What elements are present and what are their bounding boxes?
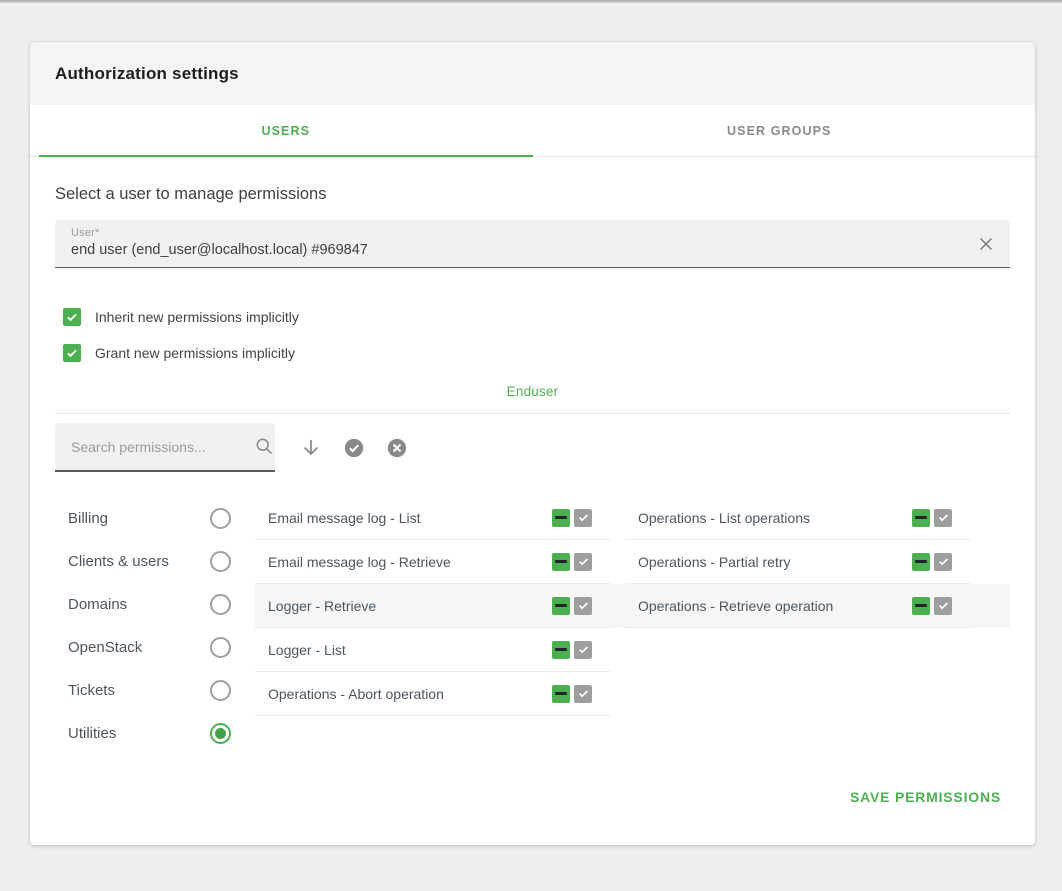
radio-domains[interactable] <box>210 594 231 615</box>
inherit-permissions-label: Inherit new permissions implicitly <box>95 309 299 325</box>
permission-row: Logger - List <box>255 628 1010 672</box>
category-label: Billing <box>68 510 108 527</box>
permission-cell: Logger - List <box>255 628 610 672</box>
permission-label: Email message log - List <box>268 510 421 526</box>
save-permissions-button[interactable]: SAVE PERMISSIONS <box>850 789 1001 805</box>
category-label: Tickets <box>68 682 115 699</box>
inherit-toggle-icon[interactable] <box>552 685 570 703</box>
granted-toggle-icon[interactable] <box>574 597 592 615</box>
category-label: OpenStack <box>68 639 142 656</box>
check-circle-icon[interactable] <box>342 436 366 460</box>
permission-cell: Operations - Partial retry <box>625 540 970 584</box>
dialog-title: Authorization settings <box>55 64 239 84</box>
permission-label: Operations - List operations <box>638 510 810 526</box>
inherit-permissions-checkbox[interactable] <box>63 308 81 326</box>
category-label: Clients & users <box>68 553 169 570</box>
user-field-label: User* <box>71 227 964 239</box>
inherit-toggle-icon[interactable] <box>912 509 930 527</box>
role-label: Enduser <box>55 384 1010 399</box>
permissions-main: Billing Clients & users Domains OpenStac… <box>55 496 1010 755</box>
permission-label: Operations - Abort operation <box>268 686 444 702</box>
radio-openstack[interactable] <box>210 637 231 658</box>
category-list: Billing Clients & users Domains OpenStac… <box>55 496 235 755</box>
inherit-toggle-icon[interactable] <box>552 509 570 527</box>
window-top-edge <box>0 0 1062 3</box>
permission-cell: Operations - List operations <box>625 496 970 540</box>
authorization-settings-dialog: Authorization settings USERS USER GROUPS… <box>30 42 1035 845</box>
granted-toggle-icon[interactable] <box>574 685 592 703</box>
granted-toggle-icon[interactable] <box>574 553 592 571</box>
check-icon <box>65 346 79 360</box>
search-icon <box>252 435 276 459</box>
permission-label: Logger - List <box>268 642 346 658</box>
inherit-toggle-icon[interactable] <box>552 641 570 659</box>
category-item-tickets[interactable]: Tickets <box>55 669 235 712</box>
permission-cell: Email message log - Retrieve <box>255 540 610 584</box>
radio-utilities[interactable] <box>210 723 231 744</box>
user-select-field[interactable]: User* end user (end_user@localhost.local… <box>55 220 1010 268</box>
permission-row: Email message log - Retrieve Operations … <box>255 540 1010 584</box>
granted-toggle-icon[interactable] <box>574 509 592 527</box>
check-icon <box>65 310 79 324</box>
granted-toggle-icon[interactable] <box>934 597 952 615</box>
category-item-billing[interactable]: Billing <box>55 497 235 540</box>
category-item-openstack[interactable]: OpenStack <box>55 626 235 669</box>
radio-clients-users[interactable] <box>210 551 231 572</box>
inherit-permissions-option: Inherit new permissions implicitly <box>63 308 1010 326</box>
permission-label: Email message log - Retrieve <box>268 554 451 570</box>
inherit-toggle-icon[interactable] <box>912 597 930 615</box>
permission-cell: Email message log - List <box>255 496 610 540</box>
grant-permissions-option: Grant new permissions implicitly <box>63 344 1010 362</box>
permission-label: Operations - Retrieve operation <box>638 598 833 614</box>
permission-label: Logger - Retrieve <box>268 598 376 614</box>
permission-cell-empty <box>625 628 970 672</box>
tab-bar: USERS USER GROUPS <box>30 105 1035 157</box>
dialog-content: Select a user to manage permissions User… <box>30 185 1035 755</box>
category-item-clients-users[interactable]: Clients & users <box>55 540 235 583</box>
category-item-domains[interactable]: Domains <box>55 583 235 626</box>
granted-toggle-icon[interactable] <box>934 509 952 527</box>
tab-user-groups[interactable]: USER GROUPS <box>533 105 1027 156</box>
permission-cell: Operations - Abort operation <box>255 672 610 716</box>
permission-row: Operations - Abort operation <box>255 672 1010 716</box>
permission-cell-empty <box>625 672 970 716</box>
granted-toggle-icon[interactable] <box>574 641 592 659</box>
arrow-down-icon[interactable] <box>299 436 323 460</box>
permission-row: Email message log - List Operations - Li… <box>255 496 1010 540</box>
search-input[interactable] <box>71 439 252 455</box>
radio-tickets[interactable] <box>210 680 231 701</box>
section-divider <box>55 413 1010 414</box>
user-field-value: end user (end_user@localhost.local) #969… <box>71 242 964 258</box>
search-permissions-field[interactable] <box>55 423 275 472</box>
grant-permissions-checkbox[interactable] <box>63 344 81 362</box>
grant-permissions-label: Grant new permissions implicitly <box>95 345 295 361</box>
tab-users[interactable]: USERS <box>39 105 533 156</box>
category-label: Domains <box>68 596 127 613</box>
inherit-toggle-icon[interactable] <box>552 597 570 615</box>
section-title: Select a user to manage permissions <box>55 185 1010 204</box>
category-label: Utilities <box>68 725 116 742</box>
clear-circle-icon[interactable] <box>385 436 409 460</box>
dialog-header: Authorization settings <box>30 42 1035 105</box>
permissions-toolbar <box>55 423 1010 472</box>
category-item-utilities[interactable]: Utilities <box>55 712 235 755</box>
permission-label: Operations - Partial retry <box>638 554 791 570</box>
inherit-toggle-icon[interactable] <box>912 553 930 571</box>
permission-cell: Operations - Retrieve operation <box>625 584 970 628</box>
inherit-toggle-icon[interactable] <box>552 553 570 571</box>
granted-toggle-icon[interactable] <box>934 553 952 571</box>
permission-row: Logger - Retrieve Operations - Retrieve … <box>255 584 1010 628</box>
clear-x-icon[interactable] <box>976 234 996 254</box>
radio-billing[interactable] <box>210 508 231 529</box>
permission-cell: Logger - Retrieve <box>255 584 610 628</box>
permission-grid: Email message log - List Operations - Li… <box>255 496 1010 755</box>
